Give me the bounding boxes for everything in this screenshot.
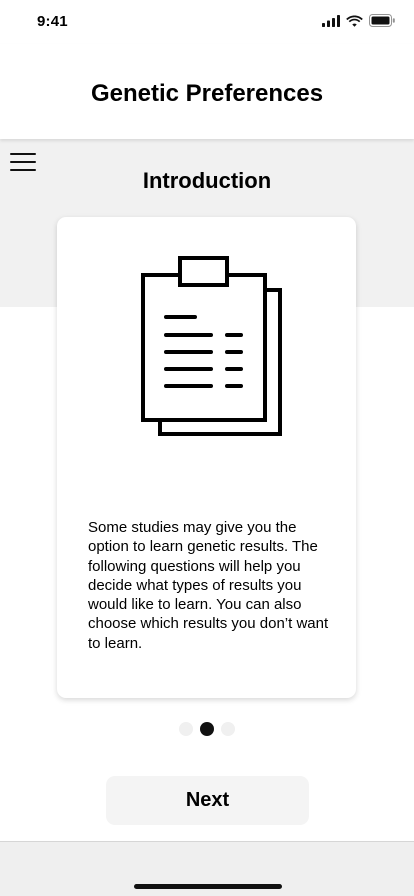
page-dot-1[interactable] — [179, 722, 193, 736]
status-time: 9:41 — [37, 13, 68, 30]
page-dot-2-active[interactable] — [200, 722, 214, 736]
page-title: Genetic Preferences — [90, 80, 324, 107]
intro-body-text: Some studies may give you the option to … — [88, 519, 329, 652]
wifi-icon — [346, 15, 363, 27]
navigation-header: Genetic Preferences — [0, 44, 414, 139]
cellular-signal-icon — [322, 14, 340, 27]
next-button[interactable]: Next — [106, 776, 309, 825]
section-title: Introduction — [142, 168, 272, 193]
status-icons — [322, 14, 396, 27]
page-indicator — [0, 722, 414, 736]
intro-card: Some studies may give you the option to … — [57, 217, 356, 698]
status-bar: 9:41 — [0, 0, 414, 44]
battery-icon — [369, 14, 395, 27]
bottom-bar — [0, 841, 414, 896]
hamburger-menu-icon[interactable] — [10, 150, 38, 174]
home-indicator[interactable] — [134, 884, 282, 889]
clipboard-document-icon — [141, 256, 282, 436]
page-dot-3[interactable] — [221, 722, 235, 736]
